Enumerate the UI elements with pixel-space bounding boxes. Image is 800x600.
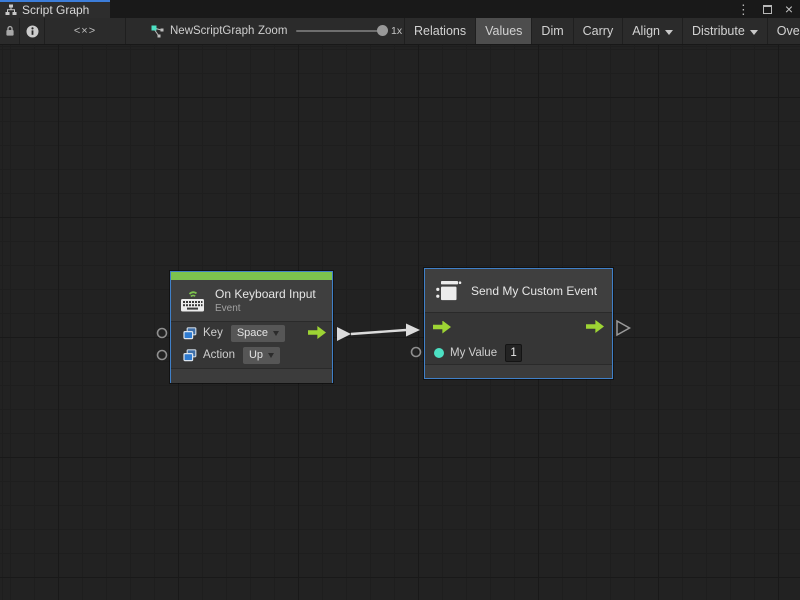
- zoom-label: Zoom: [258, 18, 287, 44]
- port-row-key: Key Space: [171, 322, 332, 344]
- script-graph-window: Script Graph ⋮ ×: [0, 0, 800, 600]
- node-on-keyboard-input[interactable]: On Keyboard Input Event Key Space Action…: [170, 271, 333, 383]
- custom-event-icon: [435, 278, 462, 304]
- tab-script-graph[interactable]: Script Graph: [0, 0, 110, 18]
- toolbar-button-carry[interactable]: Carry: [573, 18, 623, 44]
- chevron-down-icon: [665, 30, 673, 35]
- graph-canvas[interactable]: [0, 45, 800, 600]
- event-color-bar: [171, 272, 332, 280]
- info-button[interactable]: [20, 18, 45, 44]
- action-dropdown[interactable]: Up: [243, 347, 280, 364]
- key-dropdown[interactable]: Space: [231, 325, 285, 342]
- flow-row: [425, 313, 612, 341]
- tab-title: Script Graph: [22, 3, 89, 17]
- flow-input-arrow[interactable]: [433, 321, 451, 334]
- node-send-my-custom-event[interactable]: Send My Custom Event My Value 1: [424, 268, 613, 379]
- flow-output-arrow[interactable]: [586, 320, 604, 333]
- toolbar-button-overview[interactable]: Overview: [767, 18, 800, 44]
- node-footer: [171, 368, 332, 383]
- value-port-dot: [434, 348, 444, 358]
- graph-asset-icon: [151, 25, 164, 38]
- node-subtitle: Event: [215, 303, 241, 314]
- port-label-action: Action: [203, 349, 235, 361]
- node-header: On Keyboard Input Event: [171, 280, 332, 322]
- toolbar-button-values[interactable]: Values: [475, 18, 531, 44]
- port-label-key: Key: [203, 327, 223, 339]
- chevron-down-icon: [268, 353, 274, 358]
- enum-type-icon: [183, 349, 197, 362]
- zoom-slider-handle[interactable]: [377, 25, 388, 36]
- port-label-my-value: My Value: [450, 347, 497, 359]
- flow-output-arrow[interactable]: [308, 326, 326, 339]
- close-icon[interactable]: ×: [785, 2, 793, 16]
- chevron-down-icon: [273, 331, 279, 336]
- keyboard-icon: [179, 289, 207, 313]
- toolbar-left-group: <×>: [0, 18, 126, 44]
- info-icon: [26, 25, 39, 38]
- zoom-value: 1x: [391, 18, 402, 44]
- window-controls: ⋮ ×: [737, 0, 793, 18]
- node-title: Send My Custom Event: [471, 269, 597, 313]
- lock-button[interactable]: [0, 18, 20, 44]
- node-header: Send My Custom Event: [425, 269, 612, 313]
- zoom-slider-track[interactable]: [296, 30, 382, 32]
- enum-type-icon: [183, 327, 197, 340]
- port-row-action: Action Up: [171, 344, 332, 366]
- code-view-button[interactable]: <×>: [45, 18, 126, 44]
- code-icon: <×>: [74, 25, 96, 37]
- graph-name-label: NewScriptGraph: [170, 25, 254, 37]
- graph-toolbar: <×> NewScriptGraph Zoom 1x Relations Val…: [0, 18, 800, 45]
- port-row-my-value: My Value 1: [425, 341, 612, 364]
- node-title: On Keyboard Input: [215, 287, 316, 301]
- toolbar-button-distribute[interactable]: Distribute: [682, 18, 767, 44]
- sitemap-icon: [5, 4, 17, 16]
- toolbar-button-relations[interactable]: Relations: [404, 18, 475, 44]
- tab-bar: Script Graph ⋮ ×: [0, 0, 800, 18]
- toolbar-buttons: Relations Values Dim Carry Align Distrib…: [404, 18, 800, 44]
- toolbar-button-align[interactable]: Align: [622, 18, 682, 44]
- chevron-down-icon: [750, 30, 758, 35]
- node-footer: [425, 364, 612, 378]
- graph-name[interactable]: NewScriptGraph: [151, 18, 254, 44]
- maximize-icon[interactable]: [763, 5, 772, 14]
- toolbar-button-dim[interactable]: Dim: [531, 18, 572, 44]
- lock-icon: [5, 25, 15, 37]
- menu-icon[interactable]: ⋮: [737, 3, 750, 16]
- my-value-input[interactable]: 1: [505, 344, 522, 362]
